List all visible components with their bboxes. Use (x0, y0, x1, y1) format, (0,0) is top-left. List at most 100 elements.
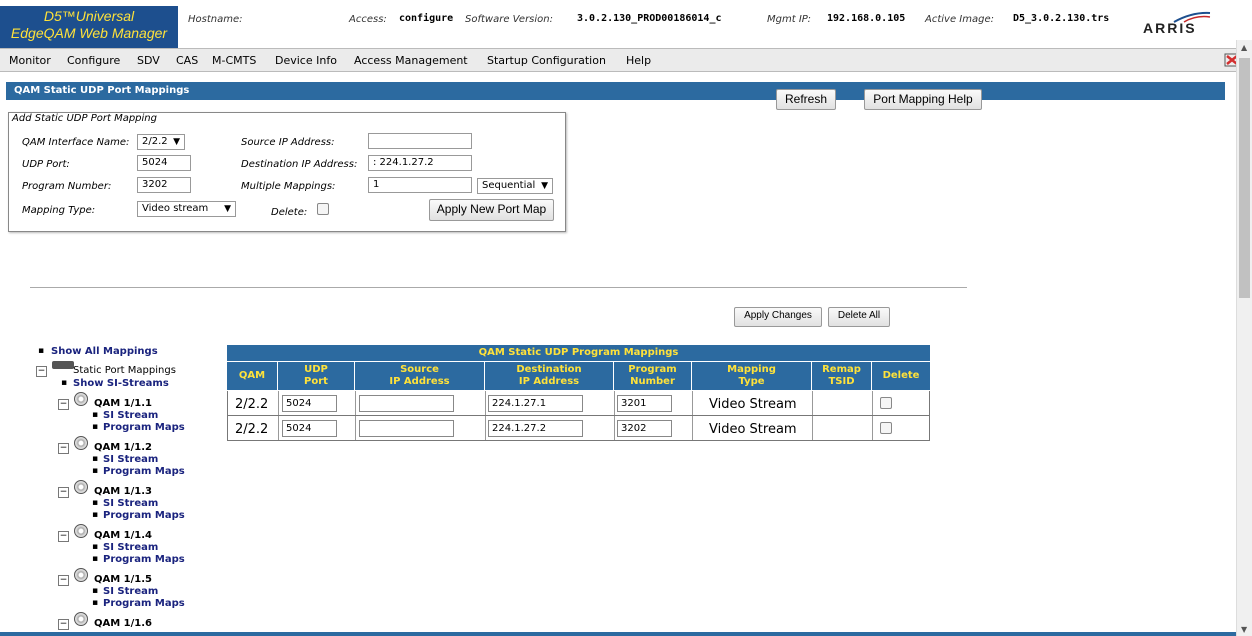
dropdown-arrow-icon: ▼ (224, 204, 231, 214)
dropdown-arrow-icon: ▼ (173, 137, 180, 147)
delete-row-checkbox[interactable] (880, 422, 892, 434)
show-all-mappings-link[interactable]: Show All Mappings (51, 346, 158, 357)
multiple-mode-select[interactable]: Sequential ▼ (477, 178, 553, 194)
menu-monitor[interactable]: Monitor (9, 54, 51, 67)
logo-line2: EdgeQAM Web Manager (10, 25, 168, 41)
static-port-mappings-node[interactable]: Static Port Mappings (73, 365, 176, 376)
menu-cas[interactable]: CAS (176, 54, 198, 67)
qam-node-1-1-6[interactable]: QAM 1/1.6 (94, 618, 152, 629)
tree-bullet: ▪ (61, 378, 68, 388)
cell-mapping-type: Video Stream (693, 391, 813, 415)
cell-udp-port: 5024 (279, 416, 356, 440)
si-stream-link[interactable]: SI Stream (103, 410, 158, 421)
program-number-input[interactable]: 3201 (617, 395, 672, 412)
delete-row-checkbox[interactable] (880, 397, 892, 409)
port-mapping-help-button[interactable]: Port Mapping Help (864, 89, 982, 110)
program-maps-link[interactable]: Program Maps (103, 598, 185, 609)
program-number-input[interactable]: 3202 (137, 177, 191, 193)
qam-node-icon (74, 568, 88, 582)
cell-remap-tsid (813, 416, 873, 440)
apply-changes-button[interactable]: Apply Changes (734, 307, 822, 327)
scroll-down-icon[interactable]: ▼ (1241, 625, 1247, 634)
udp-port-input[interactable]: 5024 (282, 420, 337, 437)
destination-ip-input[interactable]: 224.1.27.1 (488, 395, 583, 412)
delete-all-button[interactable]: Delete All (828, 307, 890, 327)
col-header-text: Remap TSID (822, 364, 861, 387)
collapse-icon[interactable]: − (58, 487, 69, 498)
multiple-mappings-label: Multiple Mappings: (241, 181, 336, 192)
si-stream-link[interactable]: SI Stream (103, 586, 158, 597)
menu-sdv[interactable]: SDV (137, 54, 160, 67)
si-stream-link[interactable]: SI Stream (103, 454, 158, 465)
destination-ip-input[interactable]: : 224.1.27.2 (368, 155, 472, 171)
cell-destination-ip: 224.1.27.2 (486, 416, 615, 440)
source-ip-input[interactable] (359, 420, 454, 437)
qam-node-1-1-4[interactable]: QAM 1/1.4 (94, 530, 152, 541)
menu-startup-configuration[interactable]: Startup Configuration (487, 54, 606, 67)
vertical-scrollbar[interactable]: ▲ ▼ (1236, 40, 1252, 636)
program-maps-link[interactable]: Program Maps (103, 510, 185, 521)
access-value: configure (399, 13, 454, 24)
menu-configure[interactable]: Configure (67, 54, 120, 67)
menu-access-management[interactable]: Access Management (354, 54, 468, 67)
refresh-button[interactable]: Refresh (776, 89, 836, 110)
col-header-delete: Delete (872, 362, 930, 390)
col-header-program-number: Program Number (614, 362, 692, 390)
multiple-mappings-input[interactable]: 1 (368, 177, 472, 193)
col-header-text: Source IP Address (389, 364, 450, 387)
qam-node-icon (74, 392, 88, 406)
udp-port-input[interactable]: 5024 (137, 155, 191, 171)
qam-node-icon (74, 480, 88, 494)
qam-interface-value: 2/2.2 (142, 136, 168, 147)
cell-qam: 2/2.2 (228, 391, 279, 415)
qam-node-1-1-3[interactable]: QAM 1/1.3 (94, 486, 152, 497)
menu-m-cmts[interactable]: M-CMTS (212, 54, 256, 67)
active-image-value: D5_3.0.2.130.trs (1013, 13, 1110, 24)
multiple-mode-value: Sequential (482, 180, 536, 191)
software-version-value: 3.0.2.130_PROD00186014_c (577, 13, 722, 24)
col-header-remap-tsid: Remap TSID (812, 362, 872, 390)
qam-interface-label: QAM Interface Name: (22, 137, 130, 148)
qam-interface-select[interactable]: 2/2.2 ▼ (137, 134, 185, 150)
mappings-table-title: QAM Static UDP Program Mappings (227, 345, 930, 361)
udp-port-input[interactable]: 5024 (282, 395, 337, 412)
tree-bullet: ▪ (92, 466, 99, 476)
add-mapping-legend: Add Static UDP Port Mapping (10, 113, 159, 124)
collapse-icon[interactable]: − (58, 575, 69, 586)
delete-checkbox[interactable] (317, 203, 329, 215)
program-number-input[interactable]: 3202 (617, 420, 672, 437)
scroll-thumb[interactable] (1239, 58, 1250, 298)
mapping-type-value: Video Stream (709, 397, 797, 412)
program-number-label: Program Number: (22, 181, 112, 192)
apply-new-port-map-button[interactable]: Apply New Port Map (429, 199, 554, 221)
qam-node-1-1-5[interactable]: QAM 1/1.5 (94, 574, 152, 585)
collapse-icon[interactable]: − (58, 619, 69, 630)
hostname-label: Hostname: (188, 14, 243, 25)
collapse-icon[interactable]: − (58, 443, 69, 454)
collapse-icon[interactable]: − (36, 366, 47, 377)
program-maps-link[interactable]: Program Maps (103, 422, 185, 433)
destination-ip-input[interactable]: 224.1.27.2 (488, 420, 583, 437)
scroll-up-icon[interactable]: ▲ (1241, 43, 1247, 52)
qam-node-icon (74, 524, 88, 538)
collapse-icon[interactable]: − (58, 399, 69, 410)
bottom-strip (0, 632, 1236, 636)
source-ip-input[interactable] (359, 395, 454, 412)
program-maps-link[interactable]: Program Maps (103, 466, 185, 477)
logo-line1: D5™Universal (43, 8, 135, 24)
menu-device-info[interactable]: Device Info (275, 54, 337, 67)
cell-remap-tsid (813, 391, 873, 415)
menu-help[interactable]: Help (626, 54, 651, 67)
app-logo: D5™Universal EdgeQAM Web Manager (0, 6, 178, 48)
mapping-type-select[interactable]: Video stream ▼ (137, 201, 236, 217)
si-stream-link[interactable]: SI Stream (103, 542, 158, 553)
si-stream-link[interactable]: SI Stream (103, 498, 158, 509)
qam-node-1-1-1[interactable]: QAM 1/1.1 (94, 398, 152, 409)
program-maps-link[interactable]: Program Maps (103, 554, 185, 565)
qam-node-1-1-2[interactable]: QAM 1/1.2 (94, 442, 152, 453)
collapse-icon[interactable]: − (58, 531, 69, 542)
source-ip-input[interactable] (368, 133, 472, 149)
show-si-streams-link[interactable]: Show SI-Streams (73, 378, 169, 389)
software-version-label: Software Version: (465, 14, 553, 25)
mgmt-ip-value: 192.168.0.105 (827, 13, 906, 24)
